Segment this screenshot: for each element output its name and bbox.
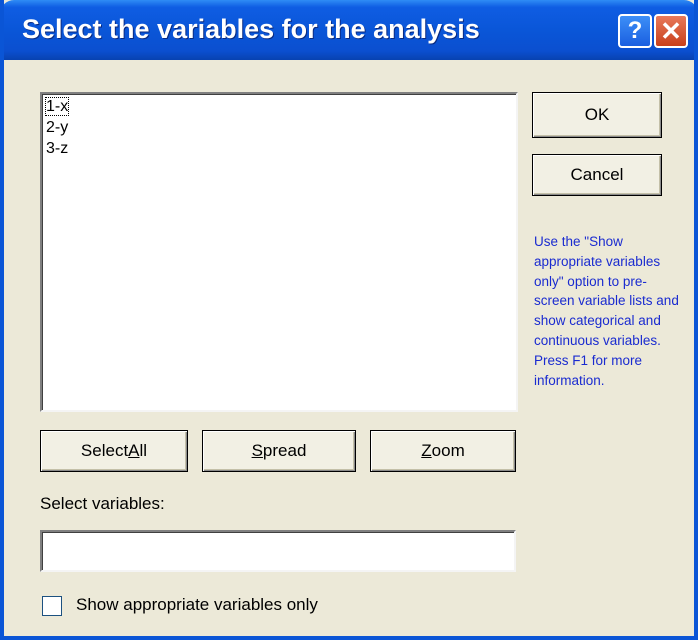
variable-list[interactable]: 1-x 2-y 3-z	[40, 92, 518, 412]
title-bar[interactable]: Select the variables for the analysis ? …	[4, 0, 694, 60]
list-item[interactable]: 1-x	[44, 96, 516, 117]
show-appropriate-checkbox[interactable]	[42, 596, 62, 616]
select-variables-label: Select variables:	[40, 494, 165, 513]
show-appropriate-label[interactable]: Show appropriate variables only	[76, 595, 318, 615]
help-icon: ?	[627, 17, 643, 44]
list-item[interactable]: 2-y	[44, 117, 516, 138]
list-item[interactable]: 3-z	[44, 138, 516, 159]
window-title: Select the variables for the analysis	[22, 14, 480, 44]
zoom-button[interactable]: Zoom	[370, 430, 516, 472]
help-button[interactable]: ?	[618, 14, 652, 48]
select-all-button[interactable]: Select All	[40, 430, 188, 472]
cancel-button[interactable]: Cancel	[532, 154, 662, 196]
help-hint-text: Use the "Show appropriate variables only…	[534, 234, 679, 388]
spread-button[interactable]: Spread	[202, 430, 356, 472]
select-variables-input[interactable]	[40, 530, 516, 572]
close-button[interactable]: ✕	[654, 14, 688, 48]
close-icon: ✕	[660, 15, 682, 46]
dialog-window: Select the variables for the analysis ? …	[0, 0, 698, 640]
ok-button[interactable]: OK	[532, 92, 662, 138]
